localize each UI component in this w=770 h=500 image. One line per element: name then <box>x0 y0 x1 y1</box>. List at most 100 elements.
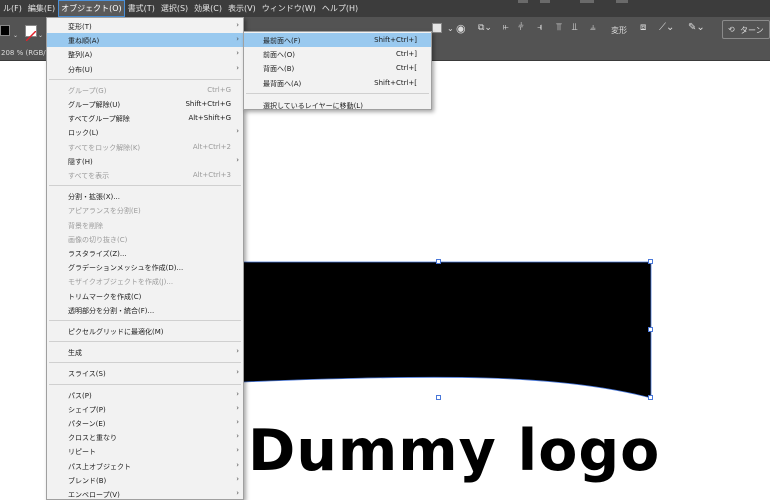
menubar-item[interactable]: 選択(S) <box>158 0 191 17</box>
menu-item-label: すべてを表示 <box>68 172 110 180</box>
tab-indicator <box>616 0 628 3</box>
chevron-down-icon[interactable]: ⌄ <box>447 24 454 33</box>
submenu-arrow-icon: › <box>236 418 239 426</box>
warp-icon[interactable]: ⟋⌄ <box>659 22 674 33</box>
menu-item-label: エンベロープ(V) <box>68 491 120 499</box>
menu-item[interactable]: シェイプ(P) › <box>47 402 243 416</box>
menu-item[interactable]: 最背面へ(A) Shift+Ctrl+[ <box>244 76 431 90</box>
menubar-item[interactable]: 効果(C) <box>191 0 225 17</box>
menubar-item[interactable]: 書式(T) <box>125 0 158 17</box>
submenu-arrow-icon: › <box>236 368 239 377</box>
menu-item[interactable]: ブレンド(B) › <box>47 473 243 487</box>
align-top-icon[interactable]: ⫪ <box>556 22 562 33</box>
menu-item-label: シェイプ(P) <box>68 405 106 414</box>
menu-item[interactable]: パターン(E) › <box>47 416 243 430</box>
puppet-warp-icon[interactable]: ✎⌄ <box>688 22 705 33</box>
menu-item[interactable]: 背景を削除 <box>47 218 243 232</box>
menu-item[interactable]: トリムマークを作成(C) <box>47 289 243 303</box>
menu-item[interactable]: 透明部分を分割・統合(F)... <box>47 303 243 317</box>
submenu-arrow-icon: › <box>236 403 239 412</box>
menu-item[interactable]: グラデーションメッシュを作成(D)... <box>47 260 243 274</box>
transform-link[interactable]: 変形 <box>611 25 627 36</box>
menu-item[interactable]: ロック(L) › <box>47 125 243 139</box>
menu-item[interactable]: エンベロープ(V) › <box>47 487 243 500</box>
fill-swatch[interactable] <box>0 25 10 36</box>
menu-separator <box>49 185 241 187</box>
isolate-icon[interactable]: ⧈ <box>640 22 646 33</box>
stroke-dropdown-icon[interactable]: ⌄ <box>38 32 43 39</box>
recolor-icon[interactable]: ⧉⌄ <box>478 23 492 33</box>
menu-item[interactable]: 分布(U) › <box>47 62 243 76</box>
menu-item[interactable]: リピート › <box>47 444 243 458</box>
menu-item-label: クロスと重なり <box>68 434 117 443</box>
menu-item[interactable]: 選択しているレイヤーに移動(L) <box>244 98 431 112</box>
menu-item[interactable]: 最前面へ(F) Shift+Ctrl+] <box>244 33 431 47</box>
menu-item[interactable]: ピクセルグリッドに最適化(M) <box>47 324 243 338</box>
color-swatch[interactable] <box>432 23 442 33</box>
menu-separator <box>246 92 429 94</box>
menu-item[interactable]: すべてを表示 Alt+Ctrl+3 <box>47 168 243 182</box>
align-bottom-icon[interactable]: ⫨ <box>590 22 596 33</box>
menu-item[interactable]: パス(P) › <box>47 388 243 402</box>
menu-item-label: 分割・拡張(X)... <box>68 193 120 202</box>
menu-item[interactable]: 前面へ(O) Ctrl+] <box>244 47 431 61</box>
selection-handle-right[interactable] <box>648 327 653 332</box>
menu-item[interactable]: すべてをロック解除(K) Alt+Ctrl+2 <box>47 140 243 154</box>
menu-item[interactable]: 重ね順(A) › <box>47 33 243 48</box>
menu-item[interactable]: グループ(G) Ctrl+G <box>47 83 243 97</box>
align-left-icon[interactable]: ⫦ <box>503 22 509 33</box>
menubar-item[interactable]: ル(F) <box>0 0 25 17</box>
menu-item[interactable]: グループ解除(U) Shift+Ctrl+G <box>47 97 243 111</box>
menu-item[interactable]: パス上オブジェクト › <box>47 459 243 473</box>
menu-item[interactable]: 画像の切り抜き(C) <box>47 232 243 246</box>
menu-item[interactable]: スライス(S) › <box>47 366 243 380</box>
selection-handle-bottom-right[interactable] <box>648 395 653 400</box>
menu-item-label: パス(P) <box>68 391 92 400</box>
menu-item[interactable]: 分割・拡張(X)... <box>47 189 243 203</box>
menu-item-label: モザイクオブジェクトを作成(J)... <box>68 278 174 287</box>
tab-indicator <box>580 0 594 3</box>
menu-item-label: トリムマークを作成(C) <box>68 292 142 301</box>
menu-item[interactable]: 生成 › <box>47 345 243 359</box>
turn-button[interactable]: ⟲ ターン <box>722 20 770 39</box>
document-tab-label[interactable]: 208 % (RGB/プ <box>1 48 53 58</box>
menu-item-shortcut: Ctrl+] <box>395 50 417 59</box>
turn-label: ターン <box>740 26 764 35</box>
align-right-icon[interactable]: ⫣ <box>537 22 543 33</box>
menubar-item[interactable]: 編集(E) <box>25 0 58 17</box>
selection-handle-bottom[interactable] <box>436 395 441 400</box>
menubar-item[interactable]: 表示(V) <box>225 0 259 17</box>
globe-icon[interactable]: ◉ <box>456 22 466 35</box>
menu-item[interactable]: モザイクオブジェクトを作成(J)... <box>47 274 243 288</box>
menu-item-shortcut: Shift+Ctrl+] <box>374 36 417 44</box>
menu-item-label: アピアランスを分割(E) <box>68 207 141 216</box>
selection-handle-top[interactable] <box>436 259 441 264</box>
menu-separator <box>49 78 241 80</box>
menu-item-label: ラスタライズ(Z)... <box>68 250 127 258</box>
submenu-arrow-icon: › <box>236 460 239 469</box>
menubar-item[interactable]: ヘルプ(H) <box>319 0 361 17</box>
align-middle-icon[interactable]: ⫫ <box>572 22 578 33</box>
menu-item[interactable]: 背面へ(B) Ctrl+[ <box>244 61 431 75</box>
menu-item[interactable]: ラスタライズ(Z)... <box>47 246 243 260</box>
menu-item[interactable]: 変形(T) › <box>47 19 243 33</box>
submenu-arrow-icon: › <box>236 21 239 29</box>
menu-item-label: 選択しているレイヤーに移動(L) <box>263 101 363 110</box>
menu-item[interactable]: すべてグループ解除 Alt+Shift+G <box>47 111 243 125</box>
menu-item[interactable]: クロスと重なり › <box>47 430 243 444</box>
align-center-icon[interactable]: ⫩ <box>518 22 524 33</box>
menu-item[interactable]: アピアランスを分割(E) <box>47 203 243 217</box>
menu-item[interactable]: 整列(A) › <box>47 47 243 61</box>
submenu-arrow-icon: › <box>236 489 239 497</box>
submenu-arrow-icon: › <box>236 432 239 441</box>
menu-item-label: スライス(S) <box>68 370 106 379</box>
menu-item[interactable]: 隠す(H) › <box>47 154 243 168</box>
menubar-item[interactable]: ウィンドウ(W) <box>259 0 319 17</box>
menubar-item[interactable]: オブジェクト(O) <box>58 0 125 17</box>
selection-handle-top-right[interactable] <box>648 259 653 264</box>
menu-item-label: 最前面へ(F) <box>263 37 301 45</box>
menu-item-shortcut: Ctrl+[ <box>395 64 417 73</box>
stroke-swatch[interactable] <box>25 25 37 42</box>
menu-separator <box>49 383 241 385</box>
fill-dropdown-icon[interactable]: ⌄ <box>13 32 18 39</box>
